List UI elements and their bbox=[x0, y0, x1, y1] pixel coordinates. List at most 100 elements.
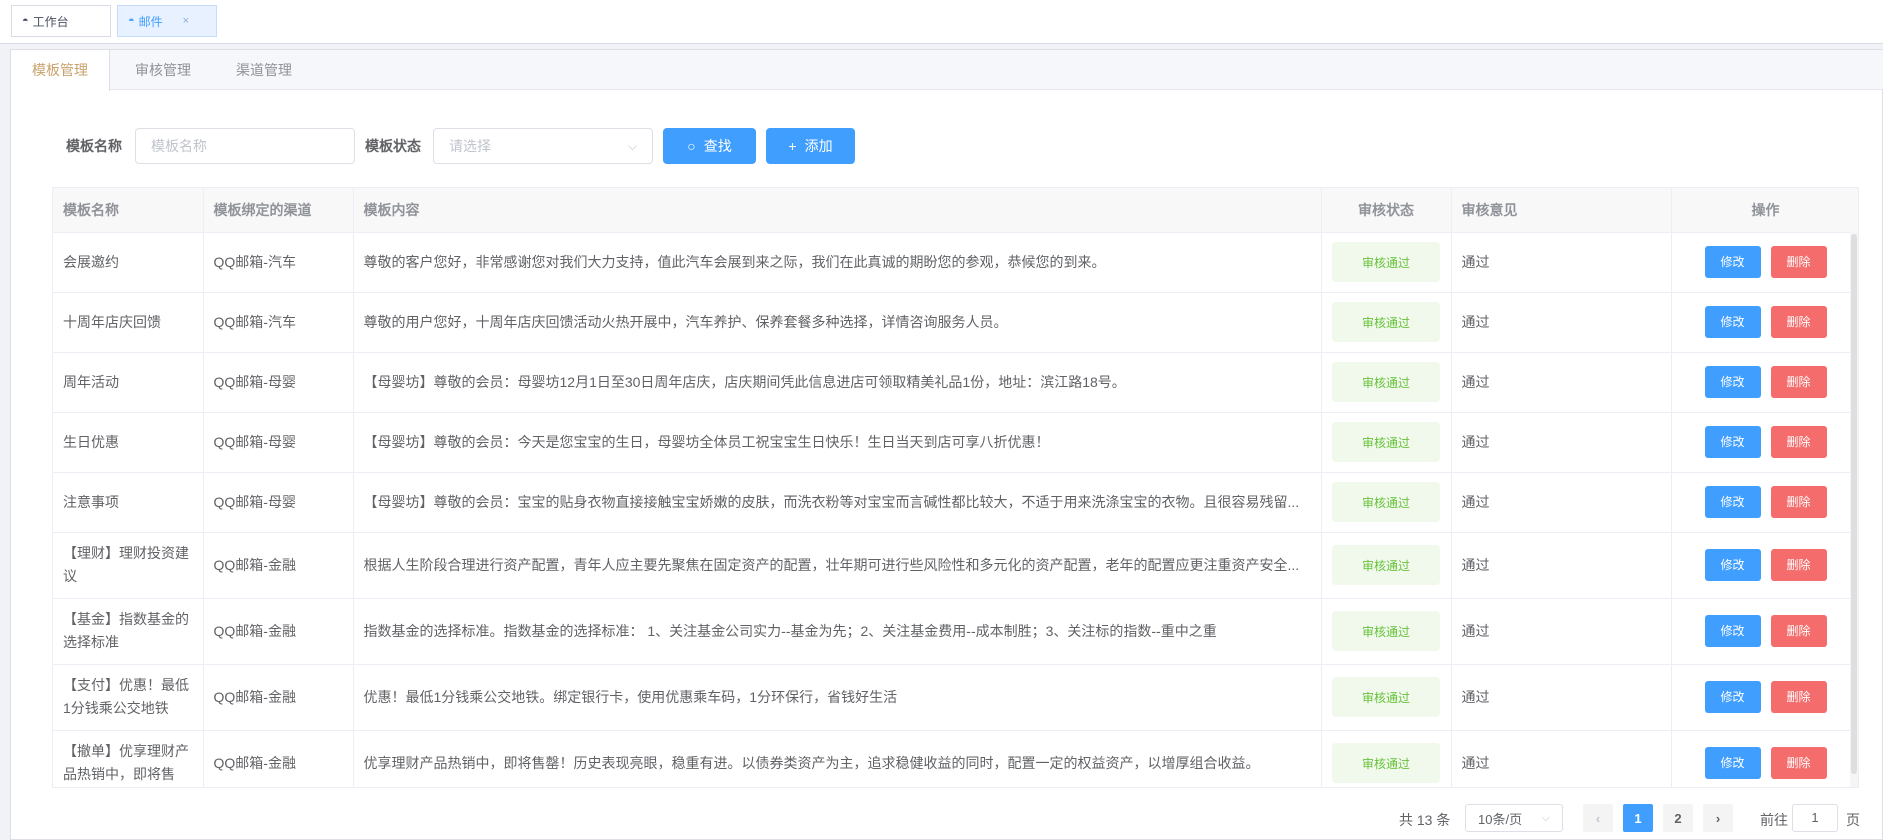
tab-channel-management[interactable]: 渠道管理 bbox=[223, 50, 305, 90]
find-button[interactable]: ○ 查找 bbox=[663, 128, 756, 164]
template-name-cell: 注意事项 bbox=[53, 472, 204, 533]
edit-button[interactable]: 修改 bbox=[1704, 747, 1761, 779]
template-status-select[interactable]: 请选择 ⌵ bbox=[433, 128, 653, 164]
actions-cell: 修改 删除 bbox=[1671, 352, 1858, 413]
delete-button[interactable]: 删除 bbox=[1770, 615, 1827, 647]
channel-cell: QQ邮箱-金融 bbox=[203, 598, 354, 665]
opinion-cell: 通过 bbox=[1451, 730, 1672, 787]
edit-button[interactable]: 修改 bbox=[1704, 486, 1761, 518]
channel-cell: QQ邮箱-金融 bbox=[203, 664, 354, 731]
find-button-label: 查找 bbox=[703, 138, 732, 154]
edit-button[interactable]: 修改 bbox=[1704, 306, 1761, 338]
dashboard-icon: ◓ bbox=[128, 15, 135, 27]
chevron-down-icon: ⌵ bbox=[1541, 811, 1550, 824]
column-header: 模板名称 bbox=[53, 188, 204, 233]
scrollbar-thumb[interactable] bbox=[1851, 234, 1857, 774]
channel-cell: QQ邮箱-母婴 bbox=[203, 412, 354, 473]
delete-button[interactable]: 删除 bbox=[1770, 246, 1827, 278]
goto-label: 前往 bbox=[1760, 812, 1788, 828]
close-icon[interactable]: × bbox=[183, 15, 189, 27]
opinion-cell: 通过 bbox=[1451, 352, 1672, 413]
actions-cell: 修改 删除 bbox=[1671, 472, 1858, 533]
content-cell: 【母婴坊】尊敬的会员：今天是您宝宝的生日，母婴坊全体员工祝宝宝生日快乐！生日当天… bbox=[353, 412, 1322, 473]
column-header: 操作 bbox=[1671, 188, 1858, 233]
actions-cell: 修改 删除 bbox=[1671, 598, 1858, 665]
next-page-button[interactable]: › bbox=[1703, 804, 1733, 832]
dashboard-icon: ◓ bbox=[22, 15, 29, 27]
actions-cell: 修改 删除 bbox=[1671, 412, 1858, 473]
content-cell: 指数基金的选择标准。指数基金的选择标准： 1、关注基金公司实力--基金为先；2、… bbox=[353, 598, 1322, 665]
tag-workbench[interactable]: ◓ 工作台 bbox=[11, 5, 111, 37]
opinion-cell: 通过 bbox=[1451, 412, 1672, 473]
delete-button[interactable]: 删除 bbox=[1770, 306, 1827, 338]
template-name-cell: 会展邀约 bbox=[53, 232, 204, 293]
actions-cell: 修改 删除 bbox=[1671, 730, 1858, 787]
template-name-cell: 【支付】优惠！最低1分钱乘公交地铁 bbox=[53, 664, 204, 731]
template-status-label: 模板状态 bbox=[365, 138, 421, 154]
status-cell: 审核通过 bbox=[1321, 352, 1452, 413]
template-name-cell: 【基金】指数基金的选择标准 bbox=[53, 598, 204, 665]
column-header: 模板内容 bbox=[353, 188, 1322, 233]
goto-page-input[interactable]: 1 bbox=[1792, 804, 1838, 832]
status-cell: 审核通过 bbox=[1321, 292, 1452, 353]
channel-cell: QQ邮箱-母婴 bbox=[203, 352, 354, 413]
content-cell: 根据人生阶段合理进行资产配置，青年人应主要先聚焦在固定资产的配置，壮年期可进行些… bbox=[353, 532, 1322, 599]
template-name-label: 模板名称 bbox=[66, 138, 122, 154]
delete-button[interactable]: 删除 bbox=[1770, 549, 1827, 581]
page-number-1[interactable]: 1 bbox=[1623, 804, 1653, 832]
edit-button[interactable]: 修改 bbox=[1704, 681, 1761, 713]
tab-template-management[interactable]: 模板管理 bbox=[11, 50, 110, 91]
status-cell: 审核通过 bbox=[1321, 412, 1452, 473]
status-badge: 审核通过 bbox=[1332, 362, 1440, 402]
status-badge: 审核通过 bbox=[1332, 743, 1440, 783]
tag-label: 邮件 bbox=[138, 14, 163, 29]
content-cell: 尊敬的用户您好，十周年店庆回馈活动火热开展中，汽车养护、保养套餐多种选择，详情咨… bbox=[353, 292, 1322, 353]
content-cell: 优享理财产品热销中，即将售罄！历史表现亮眼，稳重有进。以债券类资产为主，追求稳健… bbox=[353, 730, 1322, 787]
column-header: 审核意见 bbox=[1451, 188, 1672, 233]
actions-cell: 修改 删除 bbox=[1671, 664, 1858, 731]
delete-button[interactable]: 删除 bbox=[1770, 747, 1827, 779]
table-row: 注意事项 QQ邮箱-母婴 【母婴坊】尊敬的会员：宝宝的贴身衣物直接接触宝宝娇嫩的皮肤… bbox=[53, 472, 1858, 533]
status-cell: 审核通过 bbox=[1321, 664, 1452, 731]
table-row: 【理财】理财投资建议 QQ邮箱-金融 根据人生阶段合理进行资产配置，青年人应主要先聚… bbox=[53, 532, 1858, 599]
status-badge: 审核通过 bbox=[1332, 242, 1440, 282]
edit-button[interactable]: 修改 bbox=[1704, 549, 1761, 581]
delete-button[interactable]: 删除 bbox=[1770, 681, 1827, 713]
delete-button[interactable]: 删除 bbox=[1770, 426, 1827, 458]
status-cell: 审核通过 bbox=[1321, 232, 1452, 293]
actions-cell: 修改 删除 bbox=[1671, 232, 1858, 293]
add-button-label: 添加 bbox=[804, 138, 833, 154]
chevron-down-icon: ⌵ bbox=[627, 138, 637, 153]
template-name-input[interactable] bbox=[135, 128, 355, 164]
opinion-cell: 通过 bbox=[1451, 472, 1672, 533]
edit-button[interactable]: 修改 bbox=[1704, 426, 1761, 458]
page-size-select[interactable]: 10条/页 ⌵ bbox=[1465, 804, 1563, 832]
tab-review-management[interactable]: 审核管理 bbox=[122, 50, 204, 90]
page-number-2[interactable]: 2 bbox=[1663, 804, 1693, 832]
status-cell: 审核通过 bbox=[1321, 472, 1452, 533]
edit-button[interactable]: 修改 bbox=[1704, 246, 1761, 278]
table-row: 【基金】指数基金的选择标准 QQ邮箱-金融 指数基金的选择标准。指数基金的选择标准：… bbox=[53, 598, 1858, 665]
table-row: 十周年店庆回馈 QQ邮箱-汽车 尊敬的用户您好，十周年店庆回馈活动火热开展中，汽车养… bbox=[53, 292, 1858, 353]
template-name-cell: 周年活动 bbox=[53, 352, 204, 413]
add-button[interactable]: + 添加 bbox=[766, 128, 855, 164]
status-badge: 审核通过 bbox=[1332, 677, 1440, 717]
tag-label: 工作台 bbox=[32, 14, 69, 29]
edit-button[interactable]: 修改 bbox=[1704, 366, 1761, 398]
edit-button[interactable]: 修改 bbox=[1704, 615, 1761, 647]
select-placeholder: 请选择 bbox=[449, 138, 491, 154]
delete-button[interactable]: 删除 bbox=[1770, 366, 1827, 398]
page-size-value: 10条/页 bbox=[1478, 811, 1523, 827]
opinion-cell: 通过 bbox=[1451, 532, 1672, 599]
template-name-cell: 【撤单】优享理财产品热销中，即将售 bbox=[53, 730, 204, 787]
delete-button[interactable]: 删除 bbox=[1770, 486, 1827, 518]
table-row: 【支付】优惠！最低1分钱乘公交地铁 QQ邮箱-金融 优惠！最低1分钱乘公交地铁。绑定… bbox=[53, 664, 1858, 731]
vertical-scrollbar[interactable] bbox=[1850, 232, 1858, 787]
template-name-cell: 十周年店庆回馈 bbox=[53, 292, 204, 353]
goto-suffix: 页 bbox=[1846, 812, 1860, 828]
prev-page-button[interactable]: ‹ bbox=[1583, 804, 1613, 832]
search-icon: ○ bbox=[687, 138, 696, 154]
template-table: 模板名称 模板绑定的渠道 模板内容 审核状态 审核意见 操作 会展邀约 QQ邮箱-… bbox=[52, 187, 1859, 788]
tag-mail[interactable]: ◓ 邮件 × bbox=[117, 5, 217, 37]
channel-cell: QQ邮箱-金融 bbox=[203, 730, 354, 787]
